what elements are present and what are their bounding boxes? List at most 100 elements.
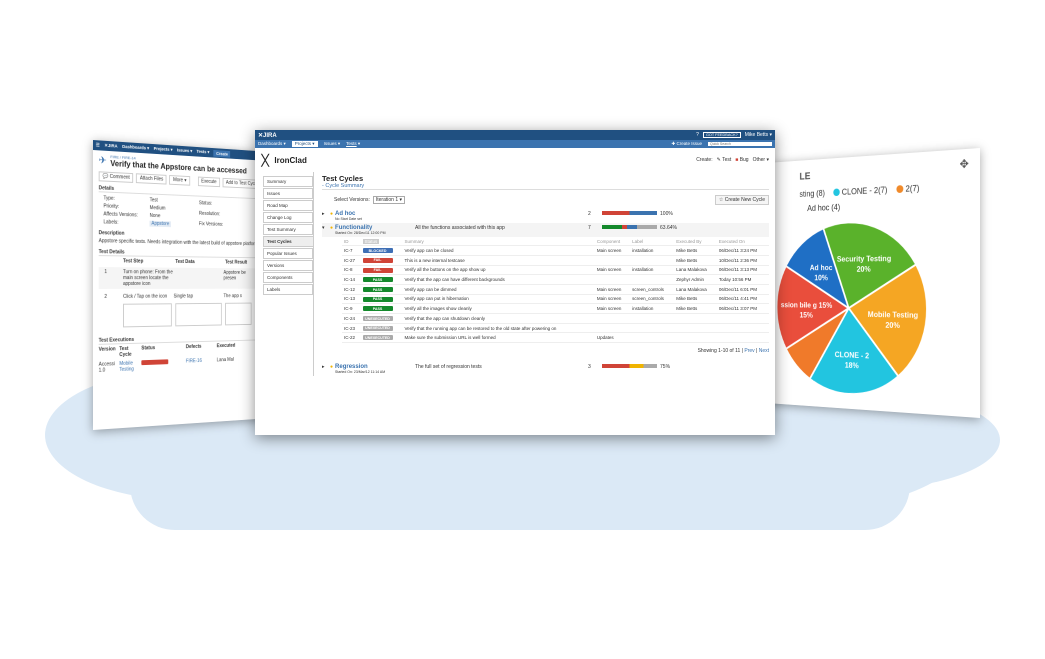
- user-menu[interactable]: Mike Betts ▾: [745, 132, 772, 138]
- status-badge[interactable]: UNEXECUTED: [363, 326, 393, 331]
- status-badge[interactable]: UNEXECUTED: [363, 316, 393, 321]
- attachment-box[interactable]: [175, 303, 221, 326]
- cell-status[interactable]: UNEXECUTED: [361, 314, 403, 324]
- cell-id[interactable]: IC-27: [342, 255, 361, 265]
- table-row[interactable]: IC-23 UNEXECUTED Verify that the running a…: [342, 323, 769, 333]
- status-badge[interactable]: FAIL: [363, 258, 393, 263]
- prev-link[interactable]: Prev: [744, 348, 754, 354]
- cell-status[interactable]: PASS: [361, 294, 403, 304]
- menu-icon[interactable]: ☰: [96, 142, 100, 148]
- cell-status[interactable]: UNEXECUTED: [361, 323, 403, 333]
- cell-id[interactable]: IC-13: [342, 294, 361, 304]
- col-header[interactable]: Summary: [403, 237, 595, 246]
- cell-status[interactable]: FAIL: [361, 265, 403, 275]
- cell-status[interactable]: PASS: [361, 304, 403, 314]
- status-badge[interactable]: PASS: [363, 306, 393, 311]
- nav-tests[interactable]: Tests ▾: [346, 141, 360, 147]
- more-button[interactable]: More ▾: [170, 175, 190, 186]
- sidebar-item-summary[interactable]: Summary: [263, 176, 313, 187]
- status-badge[interactable]: UNEXECUTED: [363, 335, 393, 340]
- attachment-box[interactable]: [123, 303, 172, 327]
- nav-tests[interactable]: Tests ▾: [197, 149, 210, 156]
- sidebar-item-road-map[interactable]: Road Map: [263, 200, 313, 211]
- sidebar-item-test-cycles[interactable]: Test Cycles: [263, 236, 313, 247]
- table-row[interactable]: IC-13 PASS Verify app can put in hibernati…: [342, 294, 769, 304]
- create-cycle-button[interactable]: ☆ Create New Cycle: [715, 195, 769, 205]
- create-test-link[interactable]: ✎ Test: [717, 157, 732, 163]
- nav-issues[interactable]: Issues ▾: [324, 141, 341, 147]
- exec-status[interactable]: [141, 359, 185, 372]
- col-header[interactable]: Label: [630, 237, 674, 246]
- table-row[interactable]: IC-12 PASS Verify app can be dimmed Main sc…: [342, 284, 769, 294]
- cell-on: 06/Dec/11 3:24 PM: [717, 246, 769, 256]
- col-header[interactable]: Executed On: [717, 237, 769, 246]
- table-row[interactable]: IC-27 FAIL This is a new internal testcase…: [342, 255, 769, 265]
- nav-issues[interactable]: Issues ▾: [177, 148, 192, 155]
- attach-files-button[interactable]: Attach Files: [136, 173, 167, 184]
- cell-id[interactable]: IC-12: [342, 284, 361, 294]
- nav-projects[interactable]: Projects ▾: [292, 141, 318, 147]
- cell-id[interactable]: IC-23: [342, 323, 361, 333]
- next-link[interactable]: Next: [759, 348, 769, 354]
- status-badge[interactable]: PASS: [363, 287, 393, 292]
- feedback-button[interactable]: GOT FEEDBACK?: [703, 132, 741, 138]
- sidebar-item-popular-issues[interactable]: Popular Issues: [263, 248, 313, 259]
- cell-id[interactable]: IC-24: [342, 314, 361, 324]
- status-badge[interactable]: PASS: [363, 277, 393, 282]
- table-row[interactable]: IC-14 PASS Verify that the app can have di…: [342, 275, 769, 285]
- sidebar-item-change-log[interactable]: Change Log: [263, 212, 313, 223]
- exec-cycle[interactable]: Mobile Testing: [119, 360, 141, 373]
- nav-projects[interactable]: Projects ▾: [154, 146, 173, 153]
- cell-status[interactable]: PASS: [361, 284, 403, 294]
- cell-id[interactable]: IC-22: [342, 333, 361, 343]
- create-bug-link[interactable]: ■ Bug: [735, 157, 748, 163]
- cycle-row-functionality[interactable]: ▾ ● Functionality Started On: 28/Dec/11 …: [322, 223, 769, 237]
- sidebar-item-versions[interactable]: Versions: [263, 260, 313, 271]
- cell-status[interactable]: UNEXECUTED: [361, 333, 403, 343]
- status-badge[interactable]: BLOCKED: [363, 248, 393, 253]
- create-other-link[interactable]: Other ▾: [753, 157, 769, 163]
- comment-button[interactable]: 💬 Comment: [99, 171, 134, 183]
- cell-id[interactable]: IC-14: [342, 275, 361, 285]
- col-header[interactable]: Status: [361, 237, 403, 246]
- sidebar-item-test-summary[interactable]: Test Summary: [263, 224, 313, 235]
- cycle-row-adhoc[interactable]: ▸ ● Ad hoc No Start Date set 2 100%: [322, 209, 769, 223]
- cell-id[interactable]: IC-8: [342, 265, 361, 275]
- sidebar-item-issues[interactable]: Issues: [263, 188, 313, 199]
- expand-icon[interactable]: ▸: [322, 211, 330, 217]
- nav-dashboards[interactable]: Dashboards ▾: [122, 144, 149, 152]
- collapse-icon[interactable]: ▾: [322, 225, 330, 231]
- expand-icon[interactable]: ▸: [322, 364, 330, 370]
- col-header[interactable]: ID: [342, 237, 361, 246]
- cell-id[interactable]: IC-7: [342, 246, 361, 256]
- cycle-row-regression[interactable]: ▸ ● Regression Started On: 23/Mar/12 11:…: [322, 362, 769, 376]
- status-badge[interactable]: PASS: [363, 297, 393, 302]
- help-icon[interactable]: ?: [696, 132, 699, 138]
- table-row[interactable]: IC-24 UNEXECUTED Verify that the app can s…: [342, 314, 769, 324]
- table-row[interactable]: IC-9 PASS Verify all the images show clean…: [342, 304, 769, 314]
- create-issue-link[interactable]: ✚ Create Issue: [671, 141, 702, 147]
- execute-button[interactable]: Execute: [198, 177, 220, 188]
- table-row[interactable]: IC-8 FAIL Verify all the buttons on the ap…: [342, 265, 769, 275]
- label-link[interactable]: Appstore: [150, 221, 171, 227]
- table-row[interactable]: IC-7 BLOCKED Verify app can be closed Main …: [342, 246, 769, 256]
- cell-status[interactable]: PASS: [361, 275, 403, 285]
- status-badge[interactable]: FAIL: [363, 268, 393, 273]
- sidebar-item-components[interactable]: Components: [263, 272, 313, 283]
- cycle-summary-heading[interactable]: - Cycle Summary: [322, 183, 769, 190]
- cell-status[interactable]: BLOCKED: [361, 246, 403, 256]
- cell-id[interactable]: IC-9: [342, 304, 361, 314]
- cell-status[interactable]: FAIL: [361, 255, 403, 265]
- cell-label: [630, 333, 674, 343]
- nav-dashboards[interactable]: Dashboards ▾: [258, 141, 286, 147]
- exec-defects[interactable]: FIRE-16: [186, 358, 217, 371]
- col-header[interactable]: Component: [595, 237, 630, 246]
- sidebar-item-labels[interactable]: Labels: [263, 284, 313, 295]
- attachment-box[interactable]: [225, 303, 251, 326]
- versions-select[interactable]: Iteration 1 ▾: [373, 196, 405, 204]
- move-icon[interactable]: ✥: [959, 157, 968, 171]
- create-button[interactable]: Create: [214, 150, 231, 158]
- table-row[interactable]: IC-22 UNEXECUTED Make sure the submission …: [342, 333, 769, 343]
- quick-search-input[interactable]: [708, 142, 772, 146]
- col-header[interactable]: Executed By: [674, 237, 717, 246]
